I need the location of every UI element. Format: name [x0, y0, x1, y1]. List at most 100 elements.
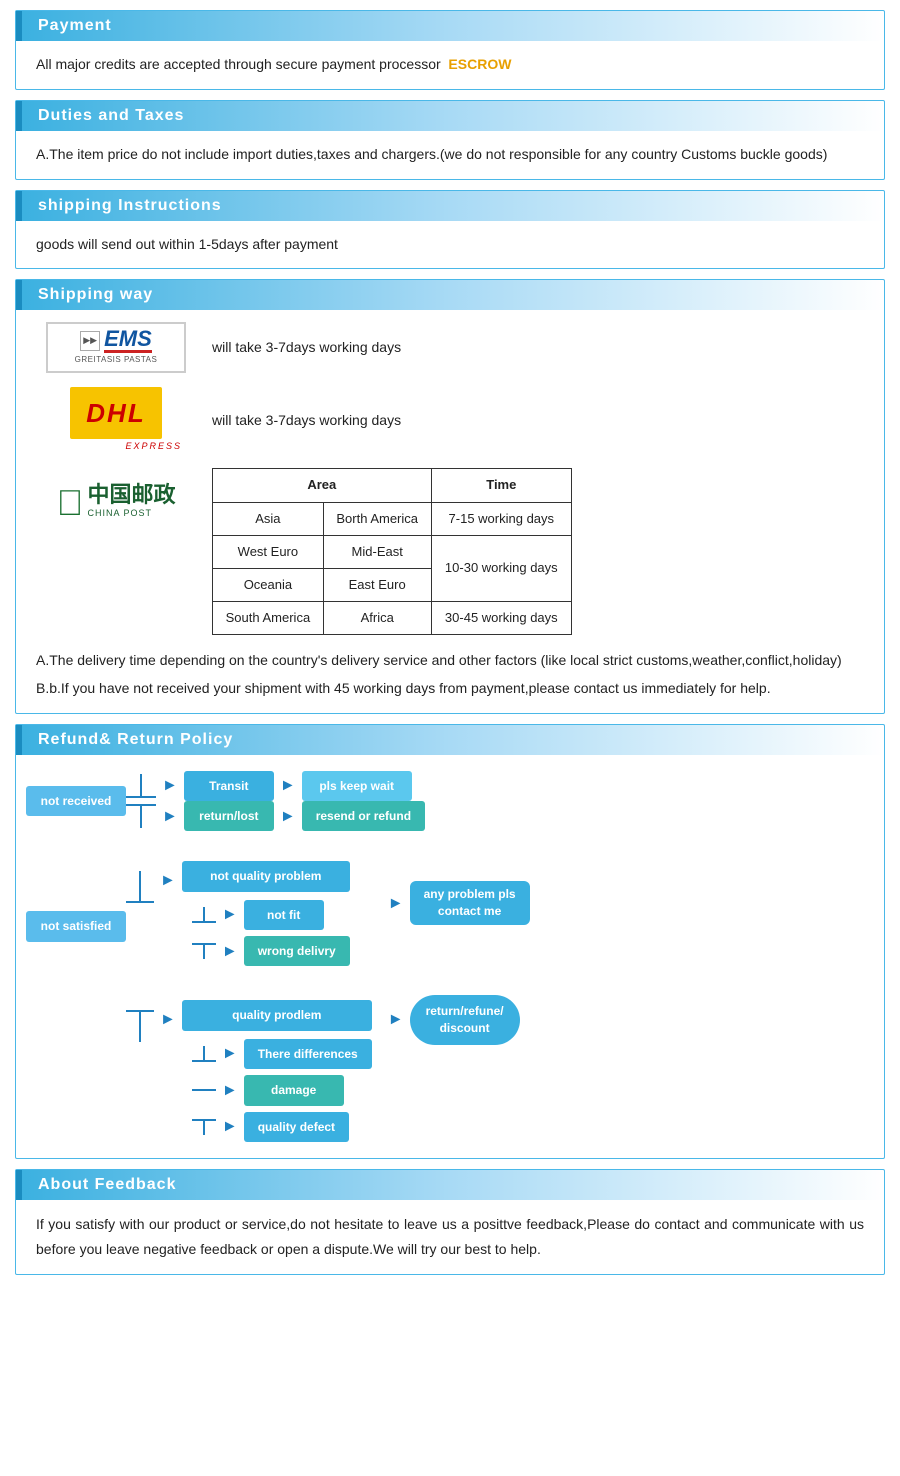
refund-header: Refund& Return Policy [16, 725, 884, 755]
time-10-30: 10-30 working days [431, 535, 571, 601]
time-7-15: 7-15 working days [431, 502, 571, 535]
outcome-boxes: ► any problem pls contact me ► return/re… [382, 881, 530, 1044]
refund-section: Refund& Return Policy not received ► [15, 724, 885, 1160]
arrow-to-transit: ► [162, 772, 178, 799]
area-south-america: South America [213, 601, 324, 634]
table-header-area: Area [213, 469, 432, 502]
shipping-notes: A.The delivery time depending on the cou… [36, 649, 864, 701]
arrow-to-nqp: ► [160, 867, 176, 894]
ems-text: EMS [104, 328, 152, 353]
not-received-box: not received [26, 786, 126, 816]
chinapost-row:  中国邮政 CHINA POST Area Time [36, 468, 864, 634]
feedback-header: About Feedback [16, 1170, 884, 1200]
transit-box: Transit [184, 771, 274, 801]
dhl-logo-container: DHL EXPRESS [36, 387, 196, 454]
wrong-delivry-branch: ► wrong delivry [192, 936, 350, 966]
quality-prodlem-sub: quality prodlem ► Ther [182, 1000, 372, 1142]
arrow-to-wrong-delivry: ► [222, 938, 238, 965]
shipping-way-section: Shipping way ▶▶ EMS GREITASIS PASTAS wil… [15, 279, 885, 713]
payment-title: Payment [38, 17, 112, 35]
ems-logo-container: ▶▶ EMS GREITASIS PASTAS [36, 322, 196, 373]
duties-header: Duties and Taxes [16, 101, 884, 131]
wrong-delivry-box: wrong delivry [244, 936, 350, 966]
not-satisfied-branches: ► not quality problem [126, 861, 372, 1142]
area-borth-america: Borth America [323, 502, 431, 535]
arrow-to-quality-defect: ► [222, 1113, 238, 1140]
table-row: Asia Borth America 7-15 working days [213, 502, 572, 535]
duties-title: Duties and Taxes [38, 107, 184, 125]
arrow-to-damage: ► [222, 1077, 238, 1104]
table-header-time: Time [431, 469, 571, 502]
arrow-to-there-diff: ► [222, 1040, 238, 1067]
not-fit-branch: ► not fit [192, 900, 350, 930]
shipping-way-title: Shipping way [38, 286, 153, 304]
shipping-instructions-header: shipping Instructions [16, 191, 884, 221]
dhl-row: DHL EXPRESS will take 3-7days working da… [36, 387, 864, 454]
not-satisfied-box: not satisfied [26, 911, 126, 941]
duties-body: A.The item price do not include import d… [16, 131, 884, 179]
shipping-table: Area Time Asia Borth America 7-15 workin… [212, 468, 572, 634]
dhl-text: DHL [86, 398, 145, 428]
nqp-subbranches: ► not fit ► [192, 900, 350, 967]
shipping-instructions-title: shipping Instructions [38, 197, 222, 215]
pls-keep-wait-box: pls keep wait [302, 771, 412, 801]
not-quality-branch: ► not quality problem [126, 861, 372, 966]
damage-branch: ► damage [192, 1075, 372, 1105]
carrier-section: ▶▶ EMS GREITASIS PASTAS will take 3-7day… [36, 322, 864, 635]
table-row: West Euro Mid-East 10-30 working days [213, 535, 572, 568]
quality-defect-branch: ► quality defect [192, 1112, 372, 1142]
feedback-section: About Feedback If you satisfy with our p… [15, 1169, 885, 1275]
refund-title: Refund& Return Policy [38, 731, 233, 749]
not-quality-sub: not quality problem ► [182, 861, 350, 966]
return-refund-box: return/refune/ discount [410, 995, 520, 1045]
shipping-instructions-text: goods will send out within 1-5days after… [36, 233, 864, 257]
arrow-to-resend: ► [280, 803, 296, 830]
resend-refund-box: resend or refund [302, 801, 425, 831]
qp-subbranches: ► There differences ► [192, 1039, 372, 1142]
escrow-label: ESCROW [448, 56, 511, 72]
arrow-to-not-fit: ► [222, 901, 238, 928]
shipping-instructions-body: goods will send out within 1-5days after… [16, 221, 884, 269]
dhl-description: will take 3-7days working days [212, 409, 401, 433]
return-refund-outcome: ► return/refune/ discount [382, 995, 530, 1045]
return-lost-branch: ► return/lost ► resend or refund [126, 801, 425, 831]
chinapost-en: CHINA POST [87, 506, 175, 521]
not-fit-box: not fit [244, 900, 324, 930]
area-oceania: Oceania [213, 568, 324, 601]
not-quality-problem-box: not quality problem [182, 861, 350, 891]
not-satisfied-left: not satisfied [26, 911, 126, 941]
quality-defect-box: quality defect [244, 1112, 349, 1142]
time-30-45: 30-45 working days [431, 601, 571, 634]
quality-prodlem-box: quality prodlem [182, 1000, 372, 1030]
shipping-note-b: B.b.If you have not received your shipme… [36, 677, 864, 701]
not-received-flow: not received ► Transit ► pls keep [26, 771, 874, 832]
shipping-way-body: ▶▶ EMS GREITASIS PASTAS will take 3-7day… [16, 310, 884, 712]
refund-body: not received ► Transit ► pls keep [16, 755, 884, 1159]
chinapost-cn: 中国邮政 [87, 484, 175, 506]
shipping-instructions-section: shipping Instructions goods will send ou… [15, 190, 885, 270]
payment-header: Payment [16, 11, 884, 41]
duties-text: A.The item price do not include import d… [36, 143, 864, 167]
damage-box: damage [244, 1075, 344, 1105]
shipping-way-header: Shipping way [16, 280, 884, 310]
area-east-euro: East Euro [323, 568, 431, 601]
there-differences-box: There differences [244, 1039, 372, 1069]
any-problem-box: any problem pls contact me [410, 881, 530, 925]
arrow-to-return-lost: ► [162, 803, 178, 830]
payment-body: All major credits are accepted through s… [16, 41, 884, 89]
chinapost-icon:  [56, 472, 83, 533]
feedback-title: About Feedback [38, 1176, 176, 1194]
any-problem-outcome: ► any problem pls contact me [382, 881, 530, 925]
table-row: South America Africa 30-45 working days [213, 601, 572, 634]
arrow-to-any-problem: ► [388, 890, 404, 917]
ems-row: ▶▶ EMS GREITASIS PASTAS will take 3-7day… [36, 322, 864, 373]
area-mid-east: Mid-East [323, 535, 431, 568]
arrow-to-keep-wait: ► [280, 772, 296, 799]
there-differences-branch: ► There differences [192, 1039, 372, 1069]
quality-prodlem-branch: ► quality prodlem ► [126, 1000, 372, 1142]
feedback-body: If you satisfy with our product or servi… [16, 1200, 884, 1274]
shipping-note-a: A.The delivery time depending on the cou… [36, 649, 864, 673]
area-west-euro: West Euro [213, 535, 324, 568]
chinapost-logo-container:  中国邮政 CHINA POST [36, 468, 196, 533]
not-satisfied-flow: not satisfied ► not quality problem [26, 861, 874, 1142]
